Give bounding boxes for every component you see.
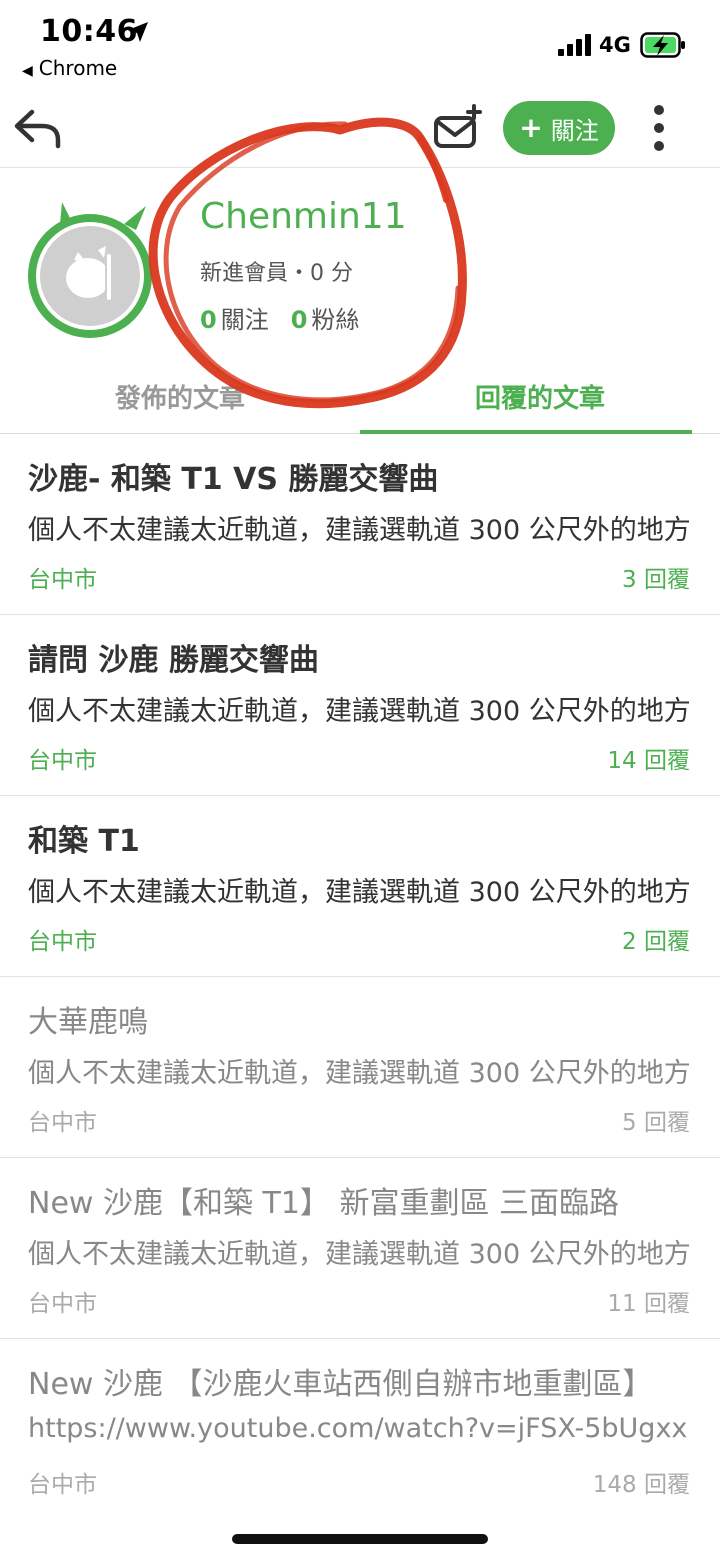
- network-type: 4G: [599, 33, 631, 57]
- post-excerpt: https://www.youtube.com/watch?v=jFSX-5bU…: [28, 1413, 688, 1444]
- list-item[interactable]: 大華鹿鳴 個人不太建議太近軌道，建議選軌道 300 公尺外的地方 台中市 5 回…: [0, 977, 720, 1158]
- more-options-icon[interactable]: [643, 102, 675, 154]
- post-reply-count: 5 回覆: [622, 1110, 690, 1136]
- status-bar: 10:46 ◀ Chrome 4G: [0, 0, 720, 90]
- list-item[interactable]: 和築 T1 個人不太建議太近軌道，建議選軌道 300 公尺外的地方 台中市 2 …: [0, 796, 720, 977]
- profile-tabs: 發佈的文章 回覆的文章: [0, 358, 720, 434]
- post-location: 台中市: [28, 929, 97, 955]
- post-title: 沙鹿- 和築 T1 VS 勝麗交響曲: [28, 462, 439, 497]
- post-title: 請問 沙鹿 勝麗交響曲: [28, 643, 319, 678]
- follow-button[interactable]: + 關注: [503, 101, 615, 155]
- back-to-app-link[interactable]: ◀ Chrome: [22, 56, 117, 80]
- post-reply-count: 11 回覆: [607, 1291, 690, 1317]
- back-triangle-icon: ◀: [22, 63, 33, 79]
- cellular-signal-icon: [558, 34, 591, 56]
- list-item[interactable]: 沙鹿- 和築 T1 VS 勝麗交響曲 個人不太建議太近軌道，建議選軌道 300 …: [0, 434, 720, 615]
- post-excerpt: 個人不太建議太近軌道，建議選軌道 300 公尺外的地方: [28, 1058, 691, 1089]
- post-reply-count: 2 回覆: [622, 929, 690, 955]
- post-title: New 沙鹿 【沙鹿火車站西側自辦市地重劃區】: [28, 1367, 653, 1402]
- back-reply-icon[interactable]: [12, 106, 64, 150]
- followers-link[interactable]: 0 粉絲: [291, 306, 360, 334]
- post-excerpt: 個人不太建議太近軌道，建議選軌道 300 公尺外的地方: [28, 515, 691, 546]
- home-indicator[interactable]: [232, 1534, 488, 1544]
- tab-published-posts[interactable]: 發佈的文章: [0, 358, 360, 434]
- post-reply-count: 3 回覆: [622, 567, 690, 593]
- post-location: 台中市: [28, 1291, 97, 1317]
- post-excerpt: 個人不太建議太近軌道，建議選軌道 300 公尺外的地方: [28, 877, 691, 908]
- battery-charging-icon: [640, 32, 685, 58]
- follow-button-label: 關注: [550, 116, 599, 145]
- list-item[interactable]: New 沙鹿【和築 T1】 新富重劃區 三面臨路 個人不太建議太近軌道，建議選軌…: [0, 1158, 720, 1339]
- following-link[interactable]: 0 關注: [200, 306, 269, 334]
- replied-posts-list: 沙鹿- 和築 T1 VS 勝麗交響曲 個人不太建議太近軌道，建議選軌道 300 …: [0, 434, 720, 1520]
- post-reply-count: 14 回覆: [607, 748, 690, 774]
- post-reply-count: 148 回覆: [592, 1472, 690, 1498]
- post-title: 和築 T1: [28, 824, 140, 859]
- list-item[interactable]: New 沙鹿 【沙鹿火車站西側自辦市地重劃區】 https://www.yout…: [0, 1339, 720, 1520]
- followers-count: 0: [290, 306, 308, 334]
- post-excerpt: 個人不太建議太近軌道，建議選軌道 300 公尺外的地方: [28, 1239, 691, 1270]
- post-excerpt: 個人不太建議太近軌道，建議選軌道 300 公尺外的地方: [28, 696, 691, 727]
- profile-stats: 0 關注 0 粉絲: [200, 300, 359, 335]
- top-nav-bar: + 關注: [0, 90, 720, 168]
- post-location: 台中市: [28, 1472, 97, 1498]
- location-arrow-icon: [128, 22, 148, 42]
- post-location: 台中市: [28, 567, 97, 593]
- following-label: 關注: [220, 306, 269, 334]
- post-location: 台中市: [28, 748, 97, 774]
- status-time: 10:46: [40, 14, 138, 49]
- list-item[interactable]: 請問 沙鹿 勝麗交響曲 個人不太建議太近軌道，建議選軌道 300 公尺外的地方 …: [0, 615, 720, 796]
- followers-label: 粉絲: [311, 306, 360, 334]
- following-count: 0: [200, 306, 217, 334]
- message-add-icon[interactable]: [432, 104, 484, 152]
- post-title: 大華鹿鳴: [28, 1005, 148, 1040]
- profile-username: Chenmin11: [200, 196, 407, 237]
- post-location: 台中市: [28, 1110, 97, 1136]
- avatar[interactable]: [26, 194, 158, 344]
- post-title: New 沙鹿【和築 T1】 新富重劃區 三面臨路: [28, 1186, 619, 1221]
- plus-icon: +: [519, 111, 543, 144]
- tab-replied-posts[interactable]: 回覆的文章: [360, 358, 720, 434]
- profile-rank: 新進會員・0 分: [200, 261, 353, 286]
- back-app-label: Chrome: [38, 56, 118, 80]
